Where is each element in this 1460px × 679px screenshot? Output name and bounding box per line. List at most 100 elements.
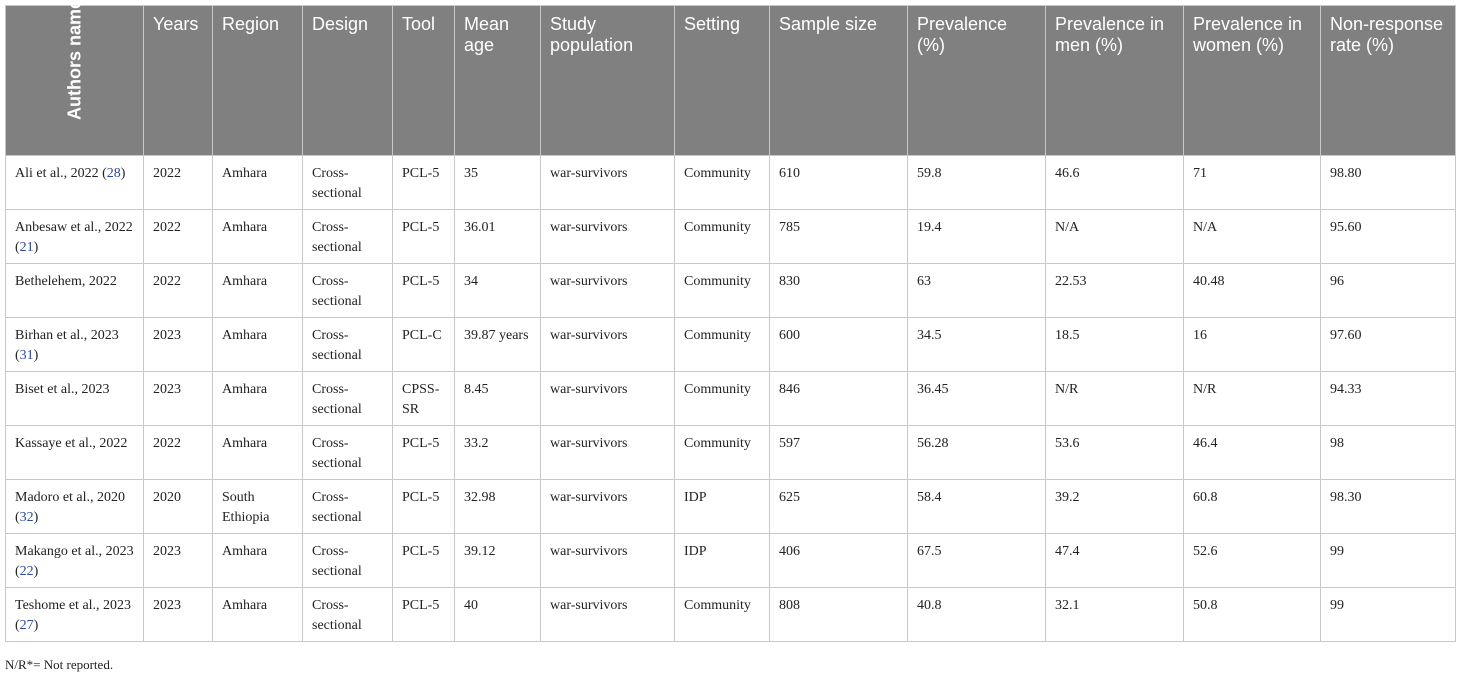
cell-sample-size: 830	[769, 263, 908, 318]
cell-author: Makango et al., 2023 (22)	[5, 533, 144, 588]
author-text: Bethelehem, 2022	[15, 274, 117, 289]
cell-sample-size: 610	[769, 155, 908, 210]
author-text: Ali et al., 2022 (	[15, 166, 107, 181]
header-tool: Tool	[392, 5, 455, 156]
cell-non-response-rate: 98	[1320, 425, 1456, 480]
cell-prevalence: 36.45	[907, 371, 1046, 426]
cell-setting: Community	[674, 155, 770, 210]
cell-mean-age: 32.98	[454, 479, 541, 534]
cell-non-response-rate: 99	[1320, 587, 1456, 642]
author-text: Kassaye et al., 2022	[15, 436, 128, 451]
cell-prevalence: 63	[907, 263, 1046, 318]
cell-region: Amhara	[212, 587, 303, 642]
cell-year: 2022	[143, 209, 213, 264]
cell-region: Amhara	[212, 317, 303, 372]
cell-tool: PCL-C	[392, 317, 455, 372]
cell-mean-age: 40	[454, 587, 541, 642]
cell-prevalence-men: 18.5	[1045, 317, 1184, 372]
cell-year: 2023	[143, 317, 213, 372]
cell-study-population: war-survivors	[540, 209, 675, 264]
cell-study-population: war-survivors	[540, 371, 675, 426]
header-sample-size: Sample size	[769, 5, 908, 156]
cell-study-population: war-survivors	[540, 533, 675, 588]
cell-non-response-rate: 95.60	[1320, 209, 1456, 264]
cell-mean-age: 34	[454, 263, 541, 318]
cell-author: Anbesaw et al., 2022 (21)	[5, 209, 144, 264]
table-footnote: N/R*= Not reported.	[5, 657, 114, 672]
cell-design: Cross-sectional	[302, 533, 393, 588]
cell-design: Cross-sectional	[302, 155, 393, 210]
cell-design: Cross-sectional	[302, 317, 393, 372]
header-study-population: Study population	[540, 5, 675, 156]
author-text-end: )	[33, 564, 39, 579]
cell-mean-age: 39.87 years	[454, 317, 541, 372]
cell-design: Cross-sectional	[302, 587, 393, 642]
cell-non-response-rate: 98.30	[1320, 479, 1456, 534]
cell-author: Birhan et al., 2023 (31)	[5, 317, 144, 372]
cell-prevalence-women: 50.8	[1183, 587, 1321, 642]
cell-sample-size: 625	[769, 479, 908, 534]
cell-study-population: war-survivors	[540, 317, 675, 372]
cell-year: 2022	[143, 425, 213, 480]
table-row: Biset et al., 2023 2023 Amhara Cross-sectio…	[5, 371, 1456, 426]
cell-non-response-rate: 98.80	[1320, 155, 1456, 210]
cell-year: 2022	[143, 155, 213, 210]
cell-prevalence-women: 16	[1183, 317, 1321, 372]
reference-link[interactable]: 22	[20, 564, 34, 579]
table-row: Makango et al., 2023 (22) 2023 Amhara Cross…	[5, 533, 1456, 588]
cell-tool: PCL-5	[392, 263, 455, 318]
author-text-end: )	[33, 618, 39, 633]
cell-prevalence: 59.8	[907, 155, 1046, 210]
header-mean-age: Mean age	[454, 5, 541, 156]
cell-tool: PCL-5	[392, 209, 455, 264]
reference-link[interactable]: 32	[20, 510, 34, 525]
cell-prevalence: 34.5	[907, 317, 1046, 372]
table-header: Authors name Years Region Design Tool Me…	[5, 0, 1456, 156]
header-region: Region	[212, 5, 303, 156]
cell-mean-age: 33.2	[454, 425, 541, 480]
cell-design: Cross-sectional	[302, 263, 393, 318]
cell-prevalence: 67.5	[907, 533, 1046, 588]
cell-design: Cross-sectional	[302, 479, 393, 534]
cell-prevalence-women: 40.48	[1183, 263, 1321, 318]
header-setting: Setting	[674, 5, 770, 156]
cell-tool: CPSS-SR	[392, 371, 455, 426]
cell-prevalence-women: N/A	[1183, 209, 1321, 264]
cell-tool: PCL-5	[392, 425, 455, 480]
header-prevalence: Prevalence (%)	[907, 5, 1046, 156]
reference-link[interactable]: 21	[20, 240, 34, 255]
cell-tool: PCL-5	[392, 587, 455, 642]
cell-setting: Community	[674, 371, 770, 426]
cell-prevalence-men: 47.4	[1045, 533, 1184, 588]
cell-sample-size: 846	[769, 371, 908, 426]
cell-design: Cross-sectional	[302, 371, 393, 426]
table-row: Ali et al., 2022 (28) 2022 Amhara Cross-sec…	[5, 155, 1456, 210]
table-row: Anbesaw et al., 2022 (21) 2022 Amhara Cross…	[5, 209, 1456, 264]
cell-author: Ali et al., 2022 (28)	[5, 155, 144, 210]
cell-prevalence-men: N/R	[1045, 371, 1184, 426]
cell-region: Amhara	[212, 533, 303, 588]
cell-tool: PCL-5	[392, 479, 455, 534]
author-text-end: )	[33, 510, 39, 525]
cell-prevalence-men: 39.2	[1045, 479, 1184, 534]
header-design: Design	[302, 5, 393, 156]
reference-link[interactable]: 27	[20, 618, 34, 633]
cell-tool: PCL-5	[392, 155, 455, 210]
table-row: Kassaye et al., 2022 2022 Amhara Cross-sect…	[5, 425, 1456, 480]
cell-region: Amhara	[212, 155, 303, 210]
reference-link[interactable]: 28	[107, 166, 121, 181]
cell-region: Amhara	[212, 371, 303, 426]
cell-study-population: war-survivors	[540, 479, 675, 534]
studies-table: Authors name Years Region Design Tool Me…	[5, 0, 1456, 642]
cell-non-response-rate: 97.60	[1320, 317, 1456, 372]
cell-setting: IDP	[674, 533, 770, 588]
cell-year: 2022	[143, 263, 213, 318]
cell-study-population: war-survivors	[540, 155, 675, 210]
cell-non-response-rate: 94.33	[1320, 371, 1456, 426]
author-text-end: )	[33, 240, 39, 255]
cell-year: 2023	[143, 587, 213, 642]
reference-link[interactable]: 31	[20, 348, 34, 363]
cell-year: 2023	[143, 533, 213, 588]
cell-region: South Ethiopia	[212, 479, 303, 534]
cell-mean-age: 39.12	[454, 533, 541, 588]
